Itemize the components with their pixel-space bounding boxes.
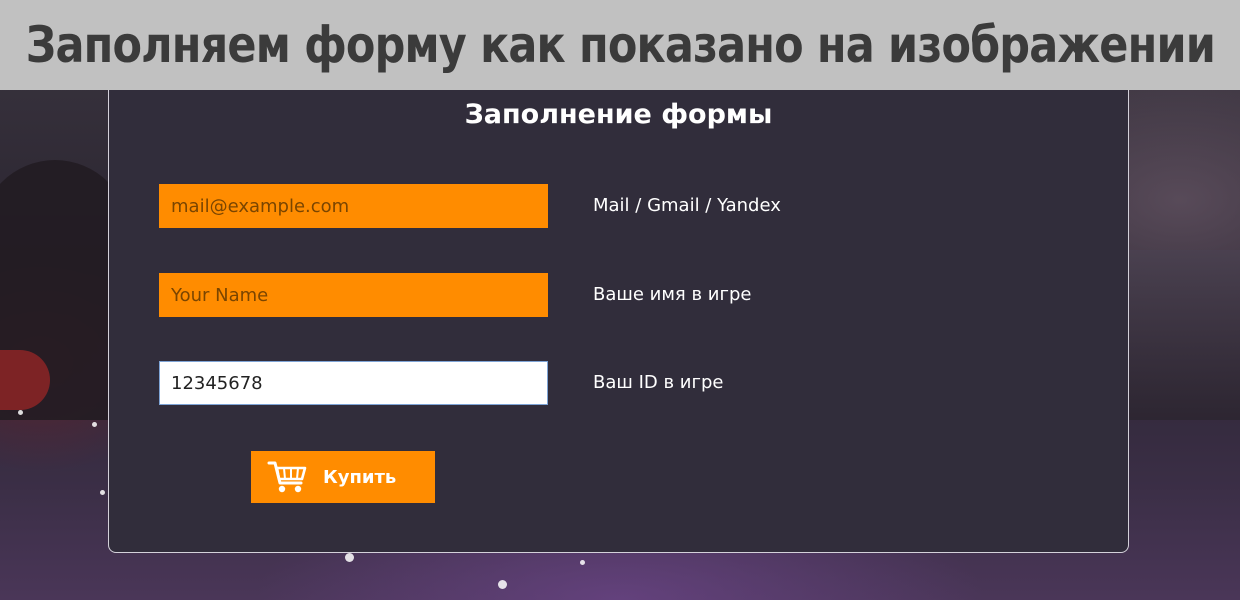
form-title: Заполнение формы xyxy=(464,99,773,130)
background-spark xyxy=(18,410,23,415)
form-card: Заполнение формы Mail / Gmail / Yandex В… xyxy=(108,60,1129,553)
banner-heading: Заполняем форму как показано на изображе… xyxy=(25,16,1215,74)
background-spark xyxy=(345,553,354,562)
background-spark xyxy=(580,560,585,565)
email-field[interactable] xyxy=(159,184,548,228)
name-field[interactable] xyxy=(159,273,548,317)
background-spark xyxy=(100,490,105,495)
background-spark xyxy=(92,422,97,427)
game-id-field-label: Ваш ID в игре xyxy=(593,372,724,393)
cart-icon xyxy=(267,459,309,495)
buy-button[interactable]: Купить xyxy=(251,451,435,503)
game-id-field[interactable] xyxy=(159,361,548,405)
top-banner: Заполняем форму как показано на изображе… xyxy=(0,0,1240,90)
background-spark xyxy=(498,580,507,589)
buy-button-label: Купить xyxy=(323,466,397,488)
background-pillar xyxy=(1128,250,1240,420)
email-field-label: Mail / Gmail / Yandex xyxy=(593,195,781,216)
name-field-label: Ваше имя в игре xyxy=(593,284,752,305)
